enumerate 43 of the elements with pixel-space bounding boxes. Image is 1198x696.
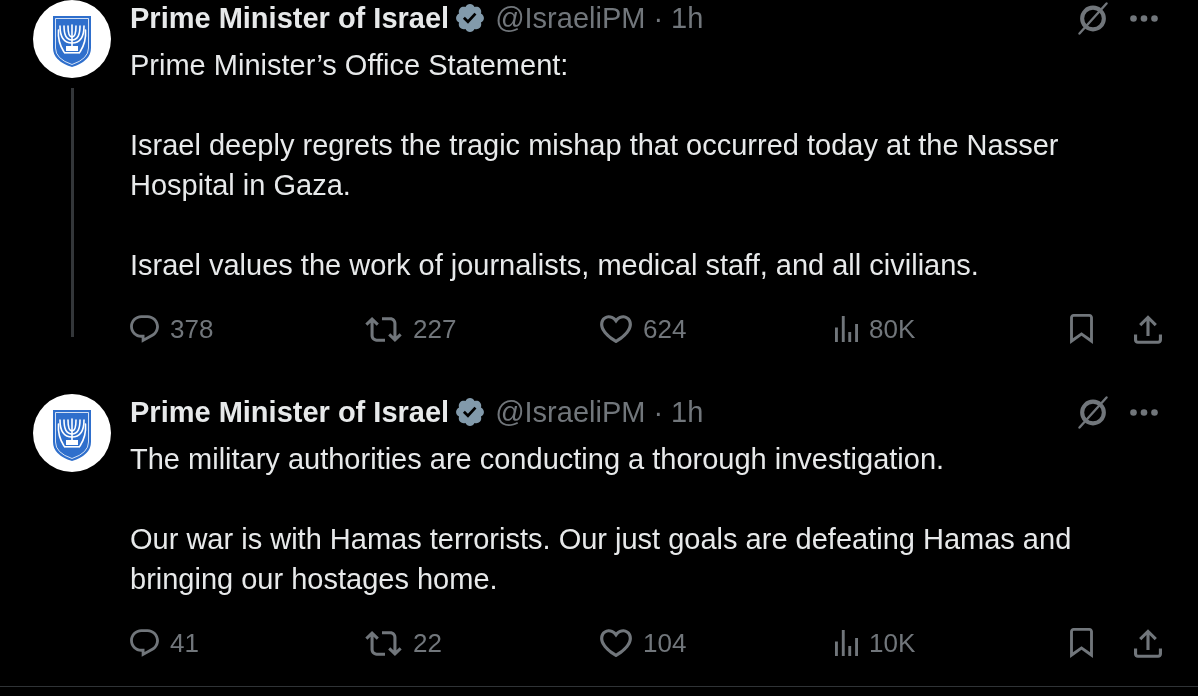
repost-button[interactable]: 22 bbox=[365, 628, 442, 658]
dot-separator: · bbox=[653, 1, 664, 36]
share-icon bbox=[1134, 314, 1162, 344]
emblem-avatar[interactable] bbox=[33, 0, 111, 78]
bookmark-button[interactable] bbox=[1070, 314, 1093, 344]
bar-chart-icon bbox=[835, 316, 858, 342]
like-button[interactable]: 104 bbox=[600, 628, 687, 658]
bookmark-icon bbox=[1070, 628, 1093, 658]
post-text: Prime Minister’s Office Statement: bbox=[130, 48, 570, 83]
heart-icon bbox=[600, 629, 632, 657]
share-icon bbox=[1134, 628, 1162, 658]
emblem-avatar[interactable] bbox=[33, 394, 111, 472]
heart-icon bbox=[600, 315, 632, 343]
share-button[interactable] bbox=[1134, 314, 1162, 344]
repost-arrows-icon bbox=[365, 630, 402, 656]
repost-arrows-icon bbox=[365, 316, 402, 342]
repost-button[interactable]: 227 bbox=[365, 314, 457, 344]
more-icon[interactable] bbox=[1130, 408, 1158, 416]
author-name[interactable]: Prime Minister of Israel bbox=[130, 394, 450, 430]
bookmark-button[interactable] bbox=[1070, 628, 1093, 658]
share-button[interactable] bbox=[1134, 628, 1162, 658]
views-button[interactable]: 10K bbox=[835, 628, 916, 658]
author-name[interactable]: Prime Minister of Israel bbox=[130, 0, 450, 36]
reply-button[interactable]: 41 bbox=[130, 628, 199, 658]
bar-chart-icon bbox=[835, 630, 858, 656]
post-text: Israel values the work of journalists, medical staff, and all civilians. bbox=[130, 248, 980, 283]
post-time[interactable]: 1h bbox=[671, 394, 704, 430]
author-handle[interactable]: @IsraeliPM bbox=[495, 394, 646, 430]
slashed-circle-icon[interactable] bbox=[1078, 395, 1108, 429]
post-text: The military authorities are conducting a thorough investigation. bbox=[130, 442, 946, 477]
post-text: Israel deeply regrets the tragic mishap that occurred today at the Nasser Hospital in Gaza. bbox=[130, 128, 1060, 203]
speech-bubble-icon bbox=[130, 315, 159, 343]
dot-separator: · bbox=[653, 395, 664, 430]
post-time[interactable]: 1h bbox=[671, 0, 704, 36]
reply-button[interactable]: 378 bbox=[130, 314, 214, 344]
bookmark-icon bbox=[1070, 314, 1093, 344]
post-text: Our war is with Hamas terrorists. Our just goals are defeating Hamas and bringing our hostages home. bbox=[130, 522, 1073, 597]
views-button[interactable]: 80K bbox=[835, 314, 916, 344]
more-icon[interactable] bbox=[1130, 14, 1158, 22]
like-button[interactable]: 624 bbox=[600, 314, 687, 344]
speech-bubble-icon bbox=[130, 629, 159, 657]
slashed-circle-icon[interactable] bbox=[1078, 1, 1108, 35]
author-handle[interactable]: @IsraeliPM bbox=[495, 0, 646, 36]
